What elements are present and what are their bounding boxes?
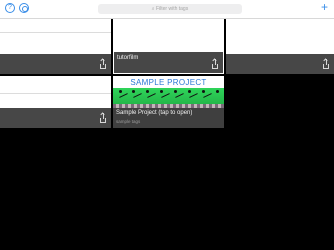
search-placeholder: Filter with tags	[155, 6, 189, 12]
dot	[216, 90, 219, 93]
project-info-bar	[0, 108, 111, 128]
project-title: tutorfilm	[117, 55, 139, 61]
thumbnail-title: SAMPLE PROJECT	[130, 78, 207, 87]
project-tile[interactable]	[0, 76, 111, 128]
ramp	[161, 93, 170, 98]
project-thumbnail	[0, 19, 111, 54]
dot	[160, 90, 163, 93]
share-icon[interactable]	[100, 59, 106, 69]
project-thumbnail: SAMPLE PROJECT	[113, 76, 224, 108]
help-icon[interactable]: ?	[5, 3, 15, 13]
top-toolbar: ? ⌕ Filter with tags +	[0, 0, 334, 19]
project-tile[interactable]: tutorfilm	[113, 19, 224, 74]
dot	[202, 90, 205, 93]
project-tags: sample tags	[116, 119, 141, 124]
ramp	[189, 93, 198, 98]
share-icon[interactable]	[323, 59, 329, 69]
dot	[188, 90, 191, 93]
dot	[146, 90, 149, 93]
project-info-bar: Sample Project (tap to open) sample tags	[113, 108, 224, 128]
dot	[174, 90, 177, 93]
project-info-bar: tutorfilm	[114, 52, 223, 73]
dot	[132, 90, 135, 93]
share-icon[interactable]	[212, 59, 218, 69]
project-tile[interactable]	[226, 19, 334, 74]
project-thumbnail	[226, 19, 334, 54]
share-icon[interactable]	[100, 113, 106, 123]
settings-icon[interactable]	[19, 3, 29, 13]
ramp	[203, 93, 212, 98]
ramp	[133, 93, 142, 98]
project-title: Sample Project (tap to open)	[116, 110, 193, 116]
project-tile[interactable]	[0, 19, 111, 74]
project-info-bar	[226, 54, 334, 74]
tag-filter-search[interactable]: ⌕ Filter with tags	[98, 4, 242, 14]
ramp	[175, 93, 184, 98]
ramp	[147, 93, 156, 98]
divider	[0, 93, 111, 94]
dot	[119, 90, 122, 93]
project-info-bar	[0, 54, 111, 74]
project-thumbnail	[0, 76, 111, 108]
ramp	[119, 93, 128, 98]
project-tile[interactable]: SAMPLE PROJECT Sample Project (tap to op…	[113, 76, 224, 128]
divider	[0, 32, 111, 33]
add-project-icon[interactable]: +	[321, 1, 328, 14]
project-thumbnail	[114, 20, 223, 52]
